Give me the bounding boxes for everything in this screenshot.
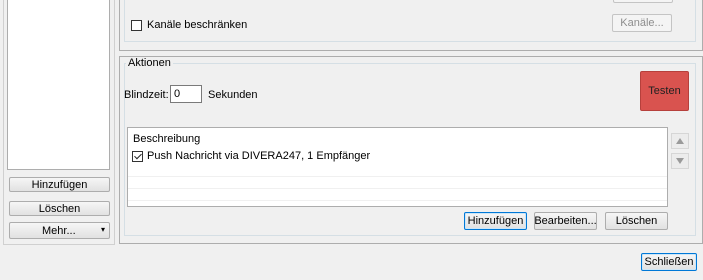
action-add-button[interactable]: Hinzufügen <box>464 212 527 230</box>
restrict-channels-checkbox[interactable] <box>131 20 142 31</box>
move-down-button[interactable] <box>671 153 689 169</box>
more-button-label: Mehr... <box>42 224 76 237</box>
test-button-label: Testen <box>648 85 681 97</box>
list-item[interactable]: Push Nachricht via DIVERA247, 1 Empfänge… <box>128 150 667 163</box>
test-button[interactable]: Testen <box>640 71 689 111</box>
actions-group-title: Aktionen <box>126 57 173 69</box>
action-add-button-label: Hinzufügen <box>467 215 524 227</box>
dropdown-arrow-icon: ▾ <box>100 225 105 234</box>
channels-button[interactable]: Kanäle... <box>612 14 672 32</box>
left-delete-button-label: Löschen <box>38 202 81 215</box>
close-button-label: Schließen <box>644 256 694 268</box>
list-header-description: Beschreibung <box>133 133 201 145</box>
list-item-checkbox[interactable] <box>132 151 143 162</box>
move-up-button[interactable] <box>671 133 689 149</box>
arrow-down-icon <box>676 158 684 164</box>
close-button[interactable]: Schließen <box>641 253 697 271</box>
arrow-up-icon <box>676 138 684 144</box>
action-delete-button-label: Löschen <box>615 215 658 227</box>
action-edit-button-label: Bearbeiten... <box>534 215 597 227</box>
seconds-label: Sekunden <box>208 89 258 101</box>
channel-restriction-panel: Kanäle beschränken Kanäle... <box>119 0 703 51</box>
list-item-label: Push Nachricht via DIVERA247, 1 Empfänge… <box>147 150 371 162</box>
more-dropdown-button[interactable]: Mehr... ▾ <box>9 222 110 239</box>
left-delete-button[interactable]: Löschen <box>9 201 110 216</box>
top-hidden-button[interactable] <box>613 0 673 3</box>
blindzeit-input[interactable]: 0 <box>170 85 202 103</box>
left-add-button[interactable]: Hinzufügen <box>9 177 110 192</box>
left-add-button-label: Hinzufügen <box>31 178 88 191</box>
channels-button-label: Kanäle... <box>620 17 664 29</box>
list-empty-row <box>128 188 667 201</box>
actions-list[interactable]: Beschreibung Push Nachricht via DIVERA24… <box>127 127 668 207</box>
trigger-list[interactable] <box>7 0 110 170</box>
blindzeit-label: Blindzeit: <box>124 89 169 101</box>
action-delete-button[interactable]: Löschen <box>605 212 668 230</box>
action-edit-button[interactable]: Bearbeiten... <box>534 212 597 230</box>
actions-panel: Aktionen Blindzeit: 0 Sekunden Testen Be… <box>119 56 703 244</box>
restrict-channels-label: Kanäle beschränken <box>147 19 248 31</box>
blindzeit-value: 0 <box>174 88 181 100</box>
